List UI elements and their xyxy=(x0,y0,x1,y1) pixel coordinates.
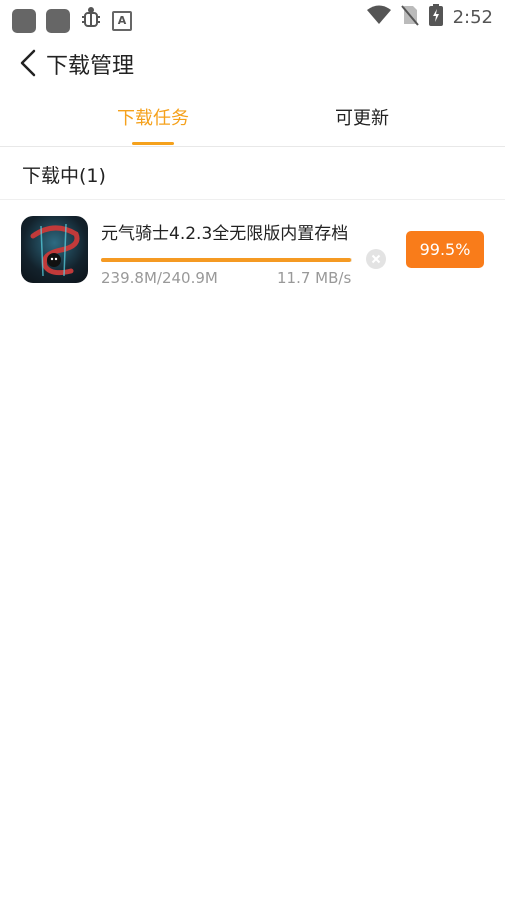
wifi-icon xyxy=(366,5,391,29)
download-name: 元气骑士4.2.3全无限版内置存档 xyxy=(101,224,349,244)
tab-indicator xyxy=(132,142,174,145)
download-size: 239.8M/240.9M xyxy=(101,269,218,287)
section-title: 下载中(1) xyxy=(22,165,106,187)
header: 下载管理 xyxy=(0,40,505,86)
status-time: 2:52 xyxy=(452,6,493,28)
no-sim-icon xyxy=(400,4,419,30)
tab-bar: 下载任务 可更新 xyxy=(0,96,505,147)
back-button[interactable] xyxy=(14,46,44,80)
tab-updatable[interactable]: 可更新 xyxy=(282,104,442,130)
progress-fill xyxy=(101,258,351,262)
notification-app-icon xyxy=(12,8,36,33)
a-icon: A xyxy=(112,10,132,31)
download-item[interactable]: 元气骑士4.2.3全无限版内置存档 239.8M/240.9M 11.7 MB/… xyxy=(0,200,505,300)
cancel-download-button[interactable] xyxy=(366,249,386,269)
bug-icon xyxy=(80,6,102,35)
download-progress-button[interactable]: 99.5% xyxy=(406,231,484,268)
status-bar: A 2:52 xyxy=(0,0,505,34)
page-title: 下载管理 xyxy=(46,54,135,79)
tab-download-tasks[interactable]: 下载任务 xyxy=(73,104,233,130)
battery-charging-icon xyxy=(428,4,443,30)
close-icon xyxy=(371,254,381,264)
downloading-section: 下载中(1) xyxy=(0,147,505,200)
notification-app-icon xyxy=(46,8,70,33)
back-icon xyxy=(20,49,36,77)
game-app-icon xyxy=(21,216,88,283)
download-speed: 11.7 MB/s xyxy=(277,269,352,287)
progress-bar xyxy=(101,258,352,262)
